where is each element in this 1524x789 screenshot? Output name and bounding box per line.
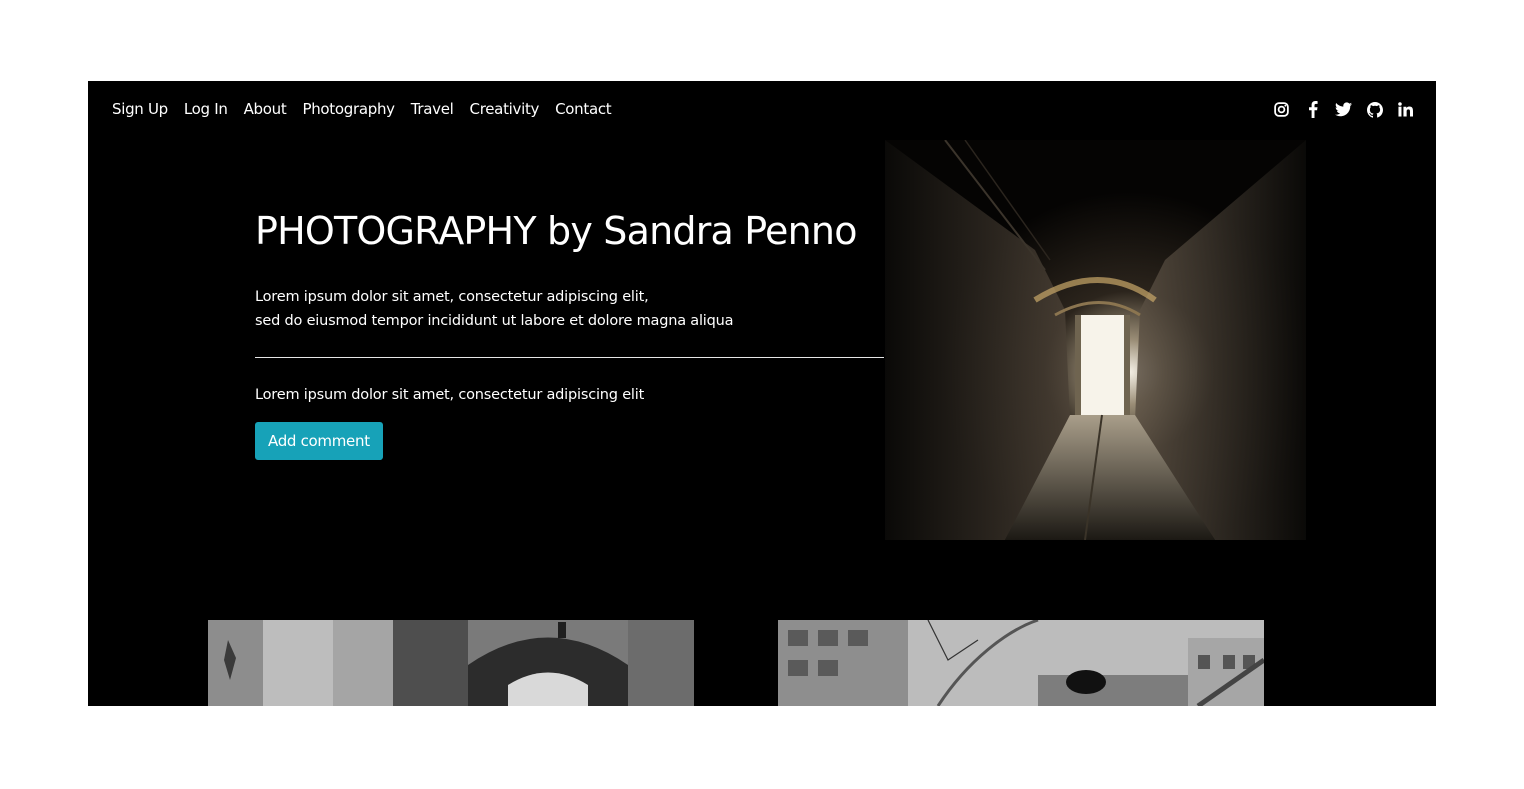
hero-title: PHOTOGRAPHY by Sandra Penno — [255, 209, 857, 253]
nav-link-travel[interactable]: Travel — [411, 100, 454, 118]
hero-divider — [255, 357, 884, 358]
nav-link-creativity[interactable]: Creativity — [470, 100, 540, 118]
gallery-photo-building[interactable] — [778, 620, 1264, 706]
instagram-icon[interactable] — [1273, 101, 1290, 118]
navbar: Sign Up Log In About Photography Travel … — [88, 81, 1436, 139]
nav-link-photography[interactable]: Photography — [302, 100, 395, 118]
hero-subtext: Lorem ipsum dolor sit amet, consectetur … — [255, 387, 645, 403]
hero-photo-corridor — [885, 140, 1306, 540]
linkedin-icon[interactable] — [1397, 101, 1414, 118]
twitter-icon[interactable] — [1335, 101, 1352, 118]
hero-section: PHOTOGRAPHY by Sandra Penno Lorem ipsum … — [255, 207, 885, 460]
nav-link-contact[interactable]: Contact — [555, 100, 612, 118]
hero-lead: Lorem ipsum dolor sit amet, consectetur … — [255, 285, 885, 333]
nav-link-sign-up[interactable]: Sign Up — [112, 100, 168, 118]
site-container: Sign Up Log In About Photography Travel … — [88, 81, 1436, 706]
facebook-icon[interactable] — [1304, 101, 1321, 118]
nav-link-about[interactable]: About — [244, 100, 287, 118]
hero-lead-line-1: Lorem ipsum dolor sit amet, consectetur … — [255, 289, 649, 305]
add-comment-button[interactable]: Add comment — [255, 422, 383, 460]
social-links — [1273, 101, 1414, 118]
nav-link-log-in[interactable]: Log In — [184, 100, 228, 118]
nav-links: Sign Up Log In About Photography Travel … — [112, 100, 612, 118]
hero-lead-line-2: sed do eiusmod tempor incididunt ut labo… — [255, 313, 734, 329]
gallery-photo-archway[interactable] — [208, 620, 694, 706]
github-icon[interactable] — [1366, 101, 1383, 118]
